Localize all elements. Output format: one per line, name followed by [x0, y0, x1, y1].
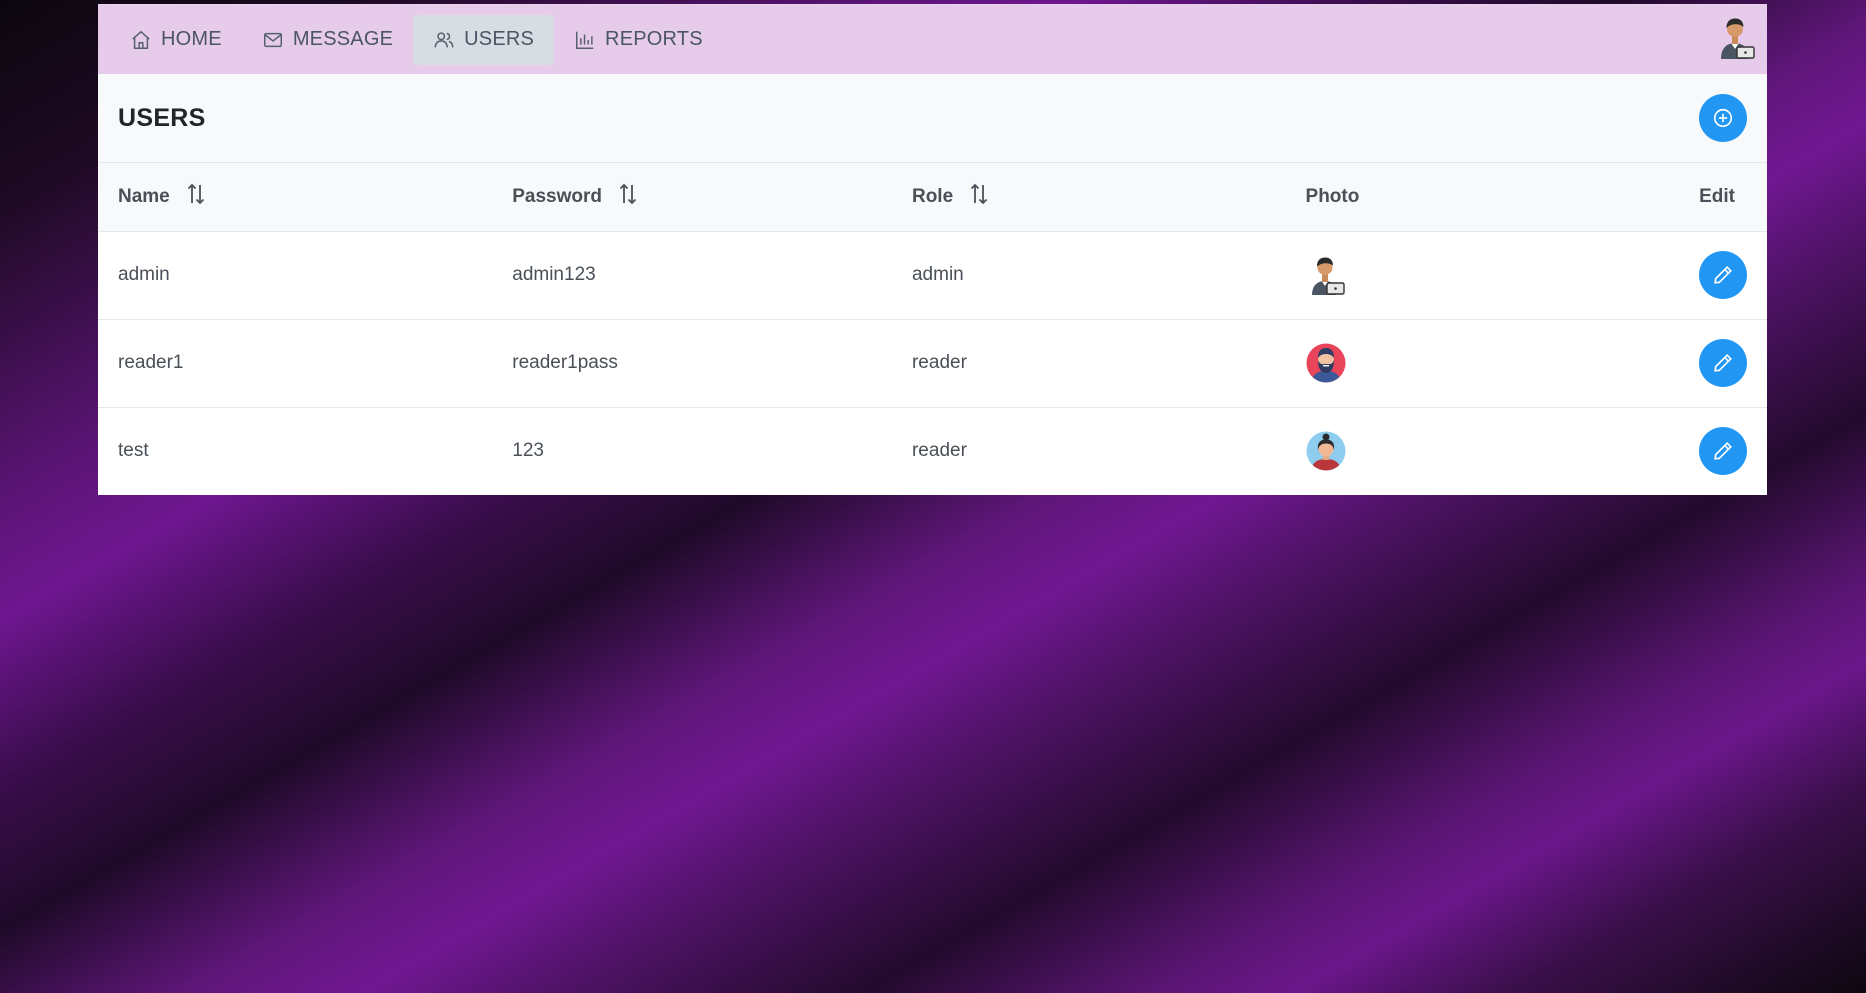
sort-icon[interactable]	[968, 182, 990, 212]
column-header-photo: Photo	[1286, 163, 1679, 231]
pencil-icon	[1712, 352, 1734, 374]
cell-role: reader	[911, 352, 967, 373]
nav-home-label: HOME	[161, 28, 222, 50]
woman-avatar	[1306, 431, 1346, 471]
nav-reports-label: REPORTS	[605, 28, 703, 50]
table-row: admin admin123 admin	[98, 231, 1767, 319]
page-title: USERS	[118, 103, 206, 132]
cell-password: reader1pass	[512, 352, 618, 373]
pencil-icon	[1712, 264, 1734, 286]
mail-icon	[262, 29, 284, 51]
nav-reports[interactable]: REPORTS	[554, 15, 723, 65]
home-icon	[130, 29, 152, 51]
edit-button[interactable]	[1699, 339, 1747, 387]
cell-role: admin	[911, 264, 964, 285]
nav-message-label: MESSAGE	[292, 28, 394, 50]
column-header-password[interactable]: Password	[492, 163, 892, 231]
add-user-button[interactable]	[1699, 94, 1747, 142]
bearded-man-avatar	[1306, 343, 1346, 383]
top-navbar: HOME MESSAGE USERS REPORTS	[98, 4, 1767, 74]
nav-users[interactable]: USERS	[413, 14, 555, 65]
sort-icon[interactable]	[185, 182, 207, 212]
column-header-edit: Edit	[1679, 163, 1767, 231]
cell-password: 123	[512, 440, 544, 462]
table-row: test 123 reader	[98, 407, 1767, 495]
sort-icon[interactable]	[617, 182, 639, 212]
edit-button[interactable]	[1699, 251, 1747, 299]
cell-photo	[1286, 407, 1679, 495]
cell-password: admin123	[512, 264, 596, 285]
column-header-label: Edit	[1699, 185, 1735, 207]
nav-home[interactable]: HOME	[110, 15, 242, 65]
column-header-label: Password	[512, 185, 603, 207]
column-header-name[interactable]: Name	[98, 163, 492, 231]
cell-name: admin	[118, 264, 170, 285]
table-row: reader1 reader1pass reader	[98, 319, 1767, 407]
admin-avatar	[1311, 257, 1345, 295]
bar-chart-icon	[574, 29, 596, 51]
column-header-role[interactable]: Role	[892, 163, 1286, 231]
card-header: USERS	[98, 74, 1767, 163]
user-avatar[interactable]	[1715, 15, 1755, 59]
nav-users-label: USERS	[464, 28, 535, 50]
cell-photo	[1286, 319, 1679, 407]
cell-edit	[1679, 319, 1767, 407]
cell-name: test	[118, 440, 149, 462]
column-header-label: Name	[118, 185, 170, 207]
table-header-row: Name Password Role Photo Edit	[98, 163, 1767, 231]
cell-name: reader1	[118, 352, 184, 373]
cell-role: reader	[911, 440, 967, 462]
nav-message[interactable]: MESSAGE	[242, 15, 413, 65]
column-header-label: Role	[911, 185, 954, 207]
users-icon	[433, 29, 455, 51]
users-card: USERS Name Password Role Photo Edit admi…	[98, 74, 1767, 495]
column-header-label: Photo	[1305, 185, 1360, 207]
users-table: Name Password Role Photo Edit admin admi…	[98, 163, 1767, 495]
edit-button[interactable]	[1699, 427, 1747, 476]
cell-edit	[1679, 231, 1767, 319]
pencil-icon	[1712, 440, 1734, 462]
cell-photo	[1286, 231, 1679, 319]
app-container: HOME MESSAGE USERS REPORTS USERS Name Pa…	[98, 4, 1767, 495]
plus-circle-icon	[1712, 107, 1734, 129]
cell-edit	[1679, 407, 1767, 495]
